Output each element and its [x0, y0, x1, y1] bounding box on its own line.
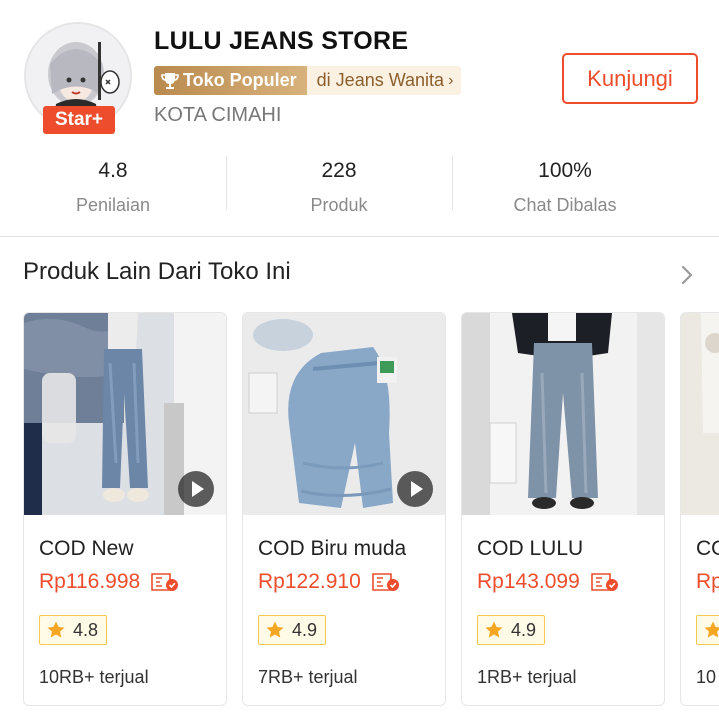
price-row: Rp122.910	[258, 570, 401, 594]
sold-count: 7RB+ terjual	[258, 667, 358, 687]
trophy-icon	[161, 72, 179, 89]
popular-badge-label: Toko Populer	[183, 70, 297, 90]
product-name: COD Biru muda	[258, 537, 407, 560]
rating-value: 4.9	[292, 619, 318, 640]
play-video-icon[interactable]	[396, 470, 434, 508]
product-name: COD LULU	[477, 537, 584, 560]
rating-badge: 4.9	[477, 615, 546, 645]
popular-badge: Toko Populer	[154, 66, 307, 95]
product-price: Rp	[696, 570, 719, 593]
shop-avatar-wrap[interactable]: Star+	[24, 22, 136, 134]
sold-count: 10	[696, 667, 717, 687]
cod-ticket-icon	[590, 573, 618, 591]
star-plus-badge: Star+	[43, 106, 115, 134]
stat-label: Penilaian	[75, 195, 151, 215]
product-photo	[462, 313, 664, 515]
product-price: Rp116.998	[39, 570, 141, 593]
category-link[interactable]: di Jeans Wanita ›	[306, 66, 462, 95]
rating-value: 4.9	[511, 619, 537, 640]
shop-header: Star+ LULU JEANS STORE Toko Populer di J…	[0, 0, 719, 145]
play-video-icon[interactable]	[177, 470, 215, 508]
sold-count: 1RB+ terjual	[477, 667, 577, 687]
sold-count: 10RB+ terjual	[39, 667, 149, 687]
product-price: Rp122.910	[258, 570, 361, 593]
product-name: CO	[696, 537, 719, 560]
rating-badge	[696, 615, 719, 645]
star-icon	[704, 621, 719, 638]
shop-badges: Toko Populer di Jeans Wanita ›	[154, 66, 462, 95]
shop-location: KOTA CIMAHI	[154, 104, 282, 126]
product-image[interactable]	[243, 313, 445, 515]
product-photo	[681, 313, 719, 515]
stat-value: 4.8	[98, 159, 128, 182]
chevron-right-icon[interactable]	[678, 262, 696, 288]
star-icon	[47, 621, 65, 638]
stat-chat-reply[interactable]: 100% Chat Dibalas	[452, 150, 678, 220]
stat-rating[interactable]: 4.8 Penilaian	[0, 150, 226, 220]
rating-value: 4.8	[73, 619, 99, 640]
price-row: Rp143.099	[477, 570, 620, 594]
rating-badge: 4.9	[258, 615, 327, 645]
shop-stats: 4.8 Penilaian 228 Produk 100% Chat Dibal…	[0, 150, 719, 220]
section-title: Produk Lain Dari Toko Ini	[23, 258, 291, 285]
category-label: di Jeans Wanita	[316, 70, 445, 90]
product-image[interactable]	[462, 313, 664, 515]
visit-shop-button[interactable]: Kunjungi	[562, 53, 698, 104]
star-icon	[485, 621, 503, 638]
cod-ticket-icon	[371, 573, 399, 591]
product-image[interactable]	[24, 313, 226, 515]
product-carousel[interactable]: COD New Rp116.998 4.8 10RB+ terjual COD …	[23, 312, 719, 712]
product-name: COD New	[39, 537, 134, 560]
product-card[interactable]: COD LULU Rp143.099 4.9 1RB+ terjual	[461, 312, 665, 706]
price-row: Rp	[696, 570, 719, 594]
product-image[interactable]	[681, 313, 719, 515]
product-price: Rp143.099	[477, 570, 580, 593]
stat-products[interactable]: 228 Produk	[226, 150, 452, 220]
section-divider	[0, 236, 719, 237]
stat-label: Chat Dibalas	[513, 195, 617, 215]
price-row: Rp116.998	[39, 570, 180, 594]
stat-value: 228	[321, 159, 357, 182]
product-card[interactable]: COD Biru muda Rp122.910 4.9 7RB+ terjual	[242, 312, 446, 706]
star-icon	[266, 621, 284, 638]
product-card[interactable]: CO Rp 10	[680, 312, 719, 706]
product-card[interactable]: COD New Rp116.998 4.8 10RB+ terjual	[23, 312, 227, 706]
stat-value: 100%	[538, 159, 592, 182]
stat-label: Produk	[310, 195, 368, 215]
rating-badge: 4.8	[39, 615, 108, 645]
shop-name: LULU JEANS STORE	[154, 27, 409, 55]
cod-ticket-icon	[151, 573, 179, 591]
chevron-right-icon: ›	[448, 71, 454, 89]
